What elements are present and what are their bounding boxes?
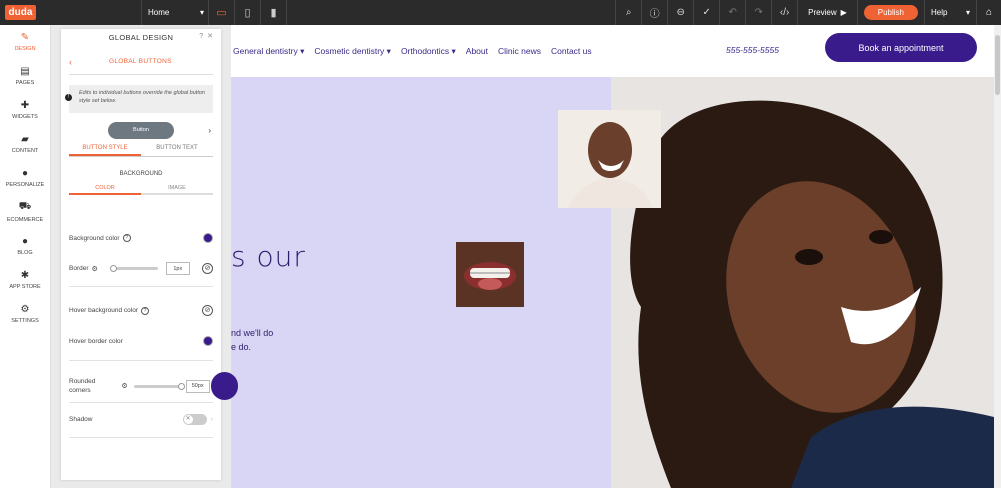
site-header: General dentistry ▾ Cosmetic dentistry ▾… [231, 25, 1001, 77]
code-icon[interactable]: ‹/› [771, 0, 797, 25]
gear-icon: ⚙ [20, 304, 30, 315]
plus-icon: ✚ [20, 100, 30, 111]
border-row: Border ⚙ 1px ⊘ [69, 262, 213, 275]
border-slider[interactable] [109, 265, 158, 272]
rounded-corners-row: Rounded corners ⚙ 50px [69, 377, 213, 395]
nav-cosmetic-dentistry[interactable]: Cosmetic dentistry ▾ [314, 46, 391, 57]
help-menu[interactable]: Help ▾ [924, 0, 976, 25]
panel-subtitle: ‹ GLOBAL BUTTONS [69, 57, 213, 75]
brush-icon: ✎ [20, 32, 30, 43]
tab-button-style[interactable]: BUTTON STYLE [69, 145, 141, 156]
hover-bg-swatch[interactable]: ⊘ [202, 305, 213, 316]
hero-headline: s our [231, 240, 306, 273]
sidebar-item-ecommerce[interactable]: ⛟ ECOMMERCE [0, 195, 50, 229]
nav-about[interactable]: About [466, 46, 488, 57]
bg-color-swatch[interactable] [203, 233, 213, 243]
close-icon[interactable]: ✕ [207, 33, 217, 40]
redo-icon[interactable]: ↷ [745, 0, 771, 25]
undo-icon[interactable]: ↶ [719, 0, 745, 25]
info-note: ! Edits to individual buttons override t… [65, 85, 213, 113]
info-icon: ! [65, 94, 72, 101]
braces-smile-photo [456, 242, 524, 307]
bg-color-row: Background color? [69, 233, 213, 243]
nav-clinic-news[interactable]: Clinic news [498, 46, 541, 57]
hero-photo [611, 77, 994, 488]
editor-sidebar: ✎ DESIGN ▤ PAGES ✚ WIDGETS ▰ CONTENT ● PERSON… [0, 25, 51, 488]
pages-icon: ▤ [20, 66, 30, 77]
smiling-man-photo [558, 110, 661, 208]
rounded-value-input[interactable]: 50px [185, 379, 210, 393]
sidebar-item-personalize[interactable]: ● PERSONALIZE [0, 161, 50, 195]
chat-icon: ● [21, 236, 29, 247]
sidebar-item-content[interactable]: ▰ CONTENT [0, 127, 50, 161]
style-tabs: BUTTON STYLE BUTTON TEXT [69, 145, 213, 157]
section-label: BACKGROUND [119, 171, 163, 177]
site-nav: General dentistry ▾ Cosmetic dentistry ▾… [233, 46, 592, 57]
border-value-input[interactable]: 1px [165, 262, 190, 275]
tab-color[interactable]: COLOR [69, 185, 141, 195]
editor-topbar: duda Home ▾ ▭ ▯ ▮ ⌕ ⓘ ⊖ ✓ ↶ ↷ ‹/› Previe… [0, 0, 1001, 25]
cart-icon: ⛟ [18, 201, 32, 212]
chevron-down-icon: ▾ [965, 8, 970, 17]
home-icon[interactable]: ⌂ [976, 0, 1001, 25]
hero-background [231, 77, 611, 488]
global-design-panel: GLOBAL DESIGN ?✕ ‹ GLOBAL BUTTONS ! Edit… [61, 29, 221, 480]
desktop-view-icon[interactable]: ▭ [209, 0, 235, 25]
canvas-scrollbar[interactable] [994, 25, 1001, 488]
chevron-down-icon: ▾ [199, 8, 204, 17]
hero-cta-button[interactable] [211, 372, 238, 400]
phone-number[interactable]: 555-555-5555 [726, 45, 779, 55]
background-tabs: COLOR IMAGE [69, 185, 213, 195]
button-preview[interactable]: Button [108, 121, 174, 139]
preview-button[interactable]: Preview ▶ [797, 0, 857, 25]
rounded-slider[interactable] [133, 382, 185, 390]
chevron-right-icon[interactable]: › [208, 126, 211, 135]
person-icon: ● [21, 168, 29, 179]
preview-label: Preview [808, 8, 837, 17]
nav-orthodontics[interactable]: Orthodontics ▾ [401, 46, 456, 57]
tab-image[interactable]: IMAGE [141, 185, 213, 193]
help-icon[interactable]: ? [122, 234, 131, 242]
sidebar-item-app-store[interactable]: ✱ APP STORE [0, 263, 50, 297]
sidebar-item-pages[interactable]: ▤ PAGES [0, 59, 50, 93]
hover-border-row: Hover border color [69, 336, 213, 346]
sidebar-item-widgets[interactable]: ✚ WIDGETS [0, 93, 50, 127]
shadow-toggle[interactable]: ✕ [182, 414, 207, 425]
nav-contact-us[interactable]: Contact us [551, 46, 592, 57]
search-icon[interactable]: ⌕ [615, 0, 641, 25]
tab-button-text[interactable]: BUTTON TEXT [141, 145, 213, 156]
gear-icon[interactable]: ⚙ [121, 382, 127, 390]
sidebar-item-blog[interactable]: ● BLOG [0, 229, 50, 263]
panel-title: GLOBAL DESIGN ?✕ [108, 32, 217, 42]
check-icon[interactable]: ✓ [693, 0, 719, 25]
nav-general-dentistry[interactable]: General dentistry ▾ [233, 46, 304, 57]
hero-body: nd we'll do e do. [231, 328, 274, 352]
hover-bg-row: Hover background color? ⊘ [69, 305, 213, 316]
help-label: Help [931, 8, 948, 17]
gear-icon[interactable]: ⚙ [92, 265, 98, 273]
page-select-value: Home [148, 8, 170, 17]
help-icon[interactable]: ? [199, 33, 207, 40]
back-arrow-icon[interactable]: ‹ [69, 57, 109, 67]
info-icon[interactable]: ⓘ [641, 0, 667, 25]
help-icon[interactable]: ? [141, 306, 150, 315]
duda-logo[interactable]: duda [0, 0, 41, 25]
hover-border-swatch[interactable] [203, 336, 213, 346]
mobile-view-icon[interactable]: ▮ [261, 0, 287, 25]
page-selector[interactable]: Home ▾ [141, 0, 209, 25]
book-appointment-button[interactable]: Book an appointment [825, 33, 977, 62]
folder-icon: ▰ [21, 134, 29, 145]
sidebar-item-settings[interactable]: ⚙ SETTINGS [0, 297, 50, 331]
chevron-right-icon[interactable]: › [211, 416, 213, 423]
sidebar-item-design[interactable]: ✎ DESIGN [0, 25, 50, 59]
tablet-view-icon[interactable]: ▯ [235, 0, 261, 25]
play-icon: ▶ [840, 8, 847, 17]
puzzle-icon: ✱ [20, 270, 30, 281]
border-color-none-swatch[interactable]: ⊘ [202, 263, 213, 274]
zoom-out-icon[interactable]: ⊖ [667, 0, 693, 25]
publish-button[interactable]: Publish [863, 5, 918, 20]
shadow-row: Shadow ✕ › [69, 414, 213, 425]
